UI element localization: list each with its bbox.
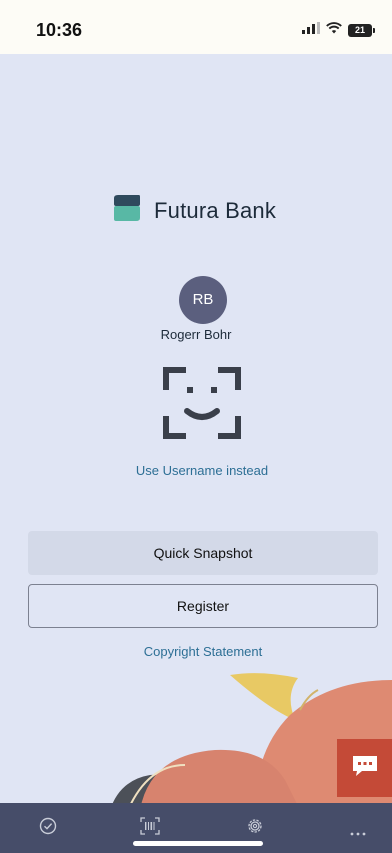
status-icons: 21: [302, 21, 375, 39]
status-bar: 10:36 21: [0, 0, 392, 54]
barcode-icon[interactable]: [140, 817, 160, 840]
wifi-icon: [326, 21, 342, 39]
use-username-link[interactable]: Use Username instead: [0, 463, 392, 478]
home-indicator[interactable]: [133, 841, 263, 846]
signal-icon: [302, 21, 320, 39]
decorative-shapes: [110, 673, 392, 810]
quick-snapshot-button[interactable]: Quick Snapshot: [28, 531, 378, 575]
login-screen: 10:36 21 Futura Bank RB Rogerr Bohr Use …: [0, 0, 392, 853]
chat-bubble-icon: [352, 755, 378, 782]
settings-icon[interactable]: [246, 817, 264, 840]
check-circle-icon[interactable]: [39, 817, 57, 840]
futura-bank-logo-icon: [112, 194, 142, 227]
battery-icon: 21: [348, 23, 375, 37]
status-time: 10:36: [36, 20, 83, 40]
face-id-icon[interactable]: [163, 367, 241, 444]
user-name: Rogerr Bohr: [160, 327, 232, 342]
chat-button[interactable]: [337, 739, 392, 797]
more-icon[interactable]: [350, 823, 366, 841]
brand-name: Futura Bank: [154, 197, 277, 223]
brand-header: Futura Bank: [112, 194, 276, 227]
register-button[interactable]: Register: [28, 584, 378, 628]
avatar: RB: [179, 276, 227, 324]
